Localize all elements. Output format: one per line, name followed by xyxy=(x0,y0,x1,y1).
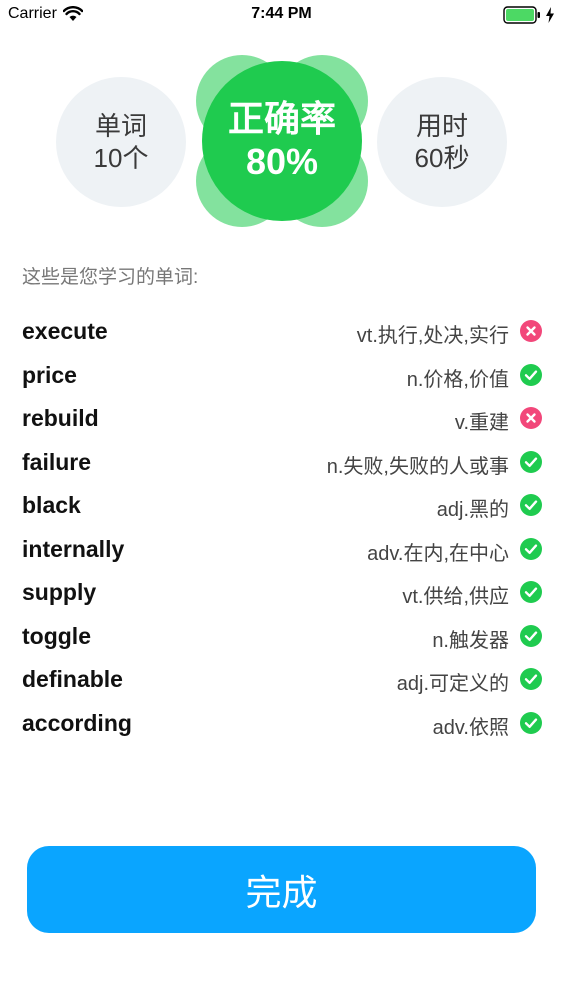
word-meaning: n.触发器 xyxy=(432,629,509,652)
word-meaning: adv.依照 xyxy=(432,716,509,739)
time-spent-value: 60秒 xyxy=(414,143,470,173)
word-row[interactable]: execute vt.执行,处决,实行 xyxy=(0,310,563,354)
word-row[interactable]: according adv.依照 xyxy=(0,702,563,746)
word-text: execute xyxy=(22,318,108,344)
x-circle-icon xyxy=(520,407,542,429)
word-text: definable xyxy=(22,666,123,692)
word-row[interactable]: failure n.失败,失败的人或事 xyxy=(0,441,563,485)
word-row[interactable]: rebuild v.重建 xyxy=(0,397,563,441)
word-meaning: n.价格,价值 xyxy=(406,368,509,391)
word-meaning: vt.执行,处决,实行 xyxy=(356,325,509,347)
word-count-stat: 单词 10个 xyxy=(56,77,186,207)
battery-indicator xyxy=(503,6,555,24)
word-row[interactable]: price n.价格,价值 xyxy=(0,354,563,398)
x-circle-icon xyxy=(520,320,542,342)
check-circle-icon xyxy=(520,668,542,690)
check-circle-icon xyxy=(520,363,542,386)
status-time: 7:44 PM xyxy=(251,5,312,22)
word-text: according xyxy=(22,709,132,736)
check-circle-icon xyxy=(520,450,542,473)
accuracy-badge: 正确率 80% xyxy=(196,55,368,227)
section-heading: 这些是您学习的单词: xyxy=(22,267,199,288)
word-text: failure xyxy=(22,448,92,475)
check-circle-icon xyxy=(520,494,542,516)
word-meaning: v.重建 xyxy=(454,412,509,434)
check-circle-icon xyxy=(520,711,542,734)
word-text: black xyxy=(22,492,81,518)
check-circle-icon xyxy=(520,537,542,560)
word-meaning: adj.黑的 xyxy=(436,499,509,521)
word-meaning: adj.可定义的 xyxy=(396,673,509,695)
word-meaning: vt.供给,供应 xyxy=(402,586,509,608)
accuracy-value: 80% xyxy=(245,141,319,182)
time-spent-label: 用时 xyxy=(415,111,468,141)
accuracy-label: 正确率 xyxy=(227,98,336,139)
done-button[interactable]: 完成 xyxy=(27,846,536,933)
word-row[interactable]: internally adv.在内,在中心 xyxy=(0,528,563,572)
word-text: price xyxy=(22,361,77,388)
charging-bolt-icon xyxy=(546,7,554,23)
word-row[interactable]: black adj.黑的 xyxy=(0,484,563,528)
word-row[interactable]: toggle n.触发器 xyxy=(0,615,563,659)
check-circle-icon xyxy=(520,581,542,603)
word-meaning: n.失败,失败的人或事 xyxy=(326,455,509,478)
word-count-value: 10个 xyxy=(93,143,149,173)
status-bar: Carrier 7:44 PM xyxy=(0,0,563,30)
time-spent-stat: 用时 60秒 xyxy=(377,77,507,207)
check-circle-icon xyxy=(520,624,542,647)
word-text: toggle xyxy=(22,622,91,649)
word-row[interactable]: supply vt.供给,供应 xyxy=(0,571,563,615)
word-text: rebuild xyxy=(22,405,99,431)
battery-icon xyxy=(503,6,540,24)
word-list: execute vt.执行,处决,实行 price n.价格,价值 rebuil… xyxy=(0,310,563,745)
word-meaning: adv.在内,在中心 xyxy=(367,542,509,565)
stats-summary: 单词 10个 正确率 80% 用时 60秒 xyxy=(0,55,563,230)
word-count-label: 单词 xyxy=(94,111,147,141)
word-text: supply xyxy=(22,579,97,605)
word-text: internally xyxy=(22,535,125,562)
word-row[interactable]: definable adj.可定义的 xyxy=(0,658,563,702)
